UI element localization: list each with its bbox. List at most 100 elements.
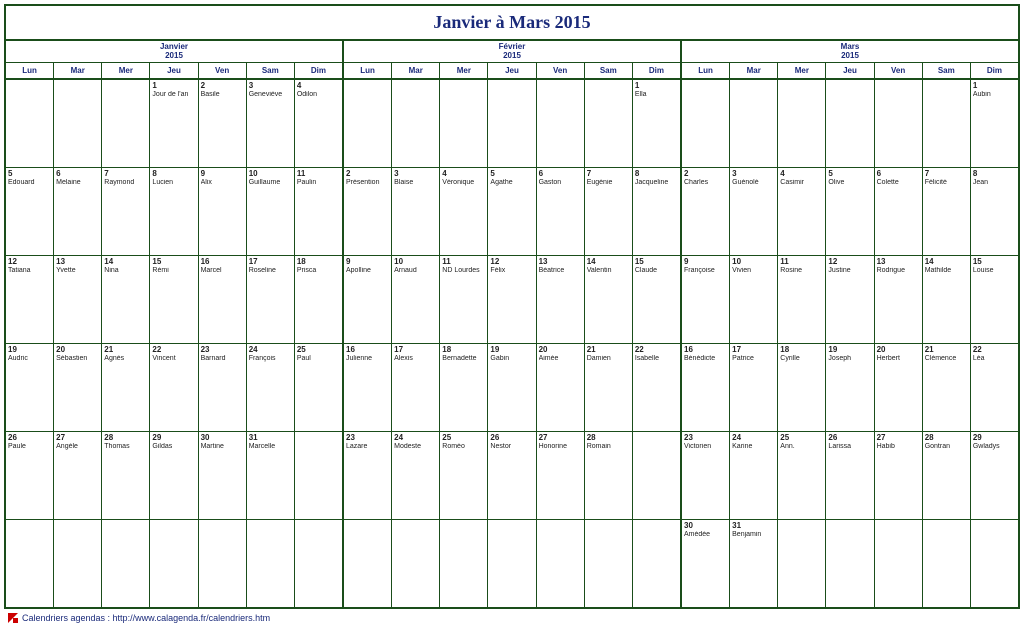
day-saint: Félix [490, 267, 533, 275]
day-cell: 16Julienne [344, 344, 391, 431]
day-cell [536, 80, 584, 167]
day-saint: Karine [732, 443, 775, 451]
day-cell: 9Apolline [344, 256, 391, 343]
day-number: 19 [490, 346, 533, 354]
day-cell: 29Gwladys [970, 432, 1018, 519]
day-number: 28 [925, 434, 968, 442]
day-cell: 3Guénolé [729, 168, 777, 255]
day-number: 11 [297, 170, 340, 178]
day-cell [198, 520, 246, 607]
month-header: Mars2015 [682, 41, 1018, 62]
day-cell [344, 80, 391, 167]
day-saint: Olive [828, 179, 871, 187]
day-number: 29 [152, 434, 195, 442]
day-cell: 30Martine [198, 432, 246, 519]
day-cell: 23Lazare [344, 432, 391, 519]
day-cell: 29Gildas [149, 432, 197, 519]
dow-cell: Dim [632, 63, 680, 78]
day-saint: Audric [8, 355, 51, 363]
dow-cell: Mer [439, 63, 487, 78]
day-saint: Lazare [346, 443, 389, 451]
day-saint: Prisca [297, 267, 340, 275]
day-number: 8 [635, 170, 678, 178]
day-saint: Agnès [104, 355, 147, 363]
day-number: 15 [635, 258, 678, 266]
day-cell: 4Casimir [777, 168, 825, 255]
day-saint: Valentin [587, 267, 630, 275]
day-cell: 20Aimée [536, 344, 584, 431]
day-cell: 8Jacqueline [632, 168, 680, 255]
day-number: 9 [684, 258, 727, 266]
day-cell: 15Claude [632, 256, 680, 343]
day-saint: Sébastien [56, 355, 99, 363]
week-row: 2Charles3Guénolé4Casimir5Olive6Colette7F… [682, 168, 1018, 256]
day-saint: Modeste [394, 443, 437, 451]
day-saint: Yvette [56, 267, 99, 275]
day-number: 18 [780, 346, 823, 354]
day-cell: 24François [246, 344, 294, 431]
dow-cell: Dim [970, 63, 1018, 78]
day-number: 2 [201, 82, 244, 90]
day-saint: Patrice [732, 355, 775, 363]
day-saint: Gontran [925, 443, 968, 451]
day-number: 24 [394, 434, 437, 442]
day-cell: 9Françoise [682, 256, 729, 343]
day-saint: Léa [973, 355, 1016, 363]
page-title: Janvier à Mars 2015 [6, 6, 1018, 41]
day-saint: Gaston [539, 179, 582, 187]
day-saint: Rodrigue [877, 267, 920, 275]
day-cell [294, 520, 342, 607]
week-row [6, 520, 342, 607]
day-saint: Félicité [925, 179, 968, 187]
day-number: 13 [539, 258, 582, 266]
day-number: 28 [104, 434, 147, 442]
day-cell [922, 80, 970, 167]
month-mars: Mars2015LunMarMerJeuVenSamDim1Aubin2Char… [680, 41, 1018, 607]
day-cell: 2Présention [344, 168, 391, 255]
day-cell: 4Véronique [439, 168, 487, 255]
day-cell: 20Herbert [874, 344, 922, 431]
day-number: 19 [8, 346, 51, 354]
day-cell [632, 520, 680, 607]
day-saint: Louise [973, 267, 1016, 275]
week-row: 19Audric20Sébastien21Agnès22Vincent23Bar… [6, 344, 342, 432]
day-number: 16 [684, 346, 727, 354]
day-number: 30 [684, 522, 727, 530]
day-saint: Jacqueline [635, 179, 678, 187]
day-cell [874, 80, 922, 167]
day-cell: 23Barnard [198, 344, 246, 431]
day-number: 28 [587, 434, 630, 442]
day-cell [344, 520, 391, 607]
day-saint: Raymond [104, 179, 147, 187]
dow-cell: Ven [874, 63, 922, 78]
day-cell: 2Charles [682, 168, 729, 255]
day-cell: 1Ella [632, 80, 680, 167]
week-row: 12Tatiana13Yvette14Nina15Rémi16Marcel17R… [6, 256, 342, 344]
dow-cell: Sam [584, 63, 632, 78]
day-cell: 11Paulin [294, 168, 342, 255]
day-number: 4 [442, 170, 485, 178]
day-saint: Gildas [152, 443, 195, 451]
day-saint: Bénédicte [684, 355, 727, 363]
day-cell: 28Gontran [922, 432, 970, 519]
dow-row: LunMarMerJeuVenSamDim [344, 62, 680, 80]
day-number: 27 [56, 434, 99, 442]
day-cell [584, 520, 632, 607]
day-number: 22 [973, 346, 1016, 354]
day-number: 12 [8, 258, 51, 266]
day-number: 26 [828, 434, 871, 442]
day-number: 3 [732, 170, 775, 178]
weeks: 1Jour de l'an2Basile3Geneviève4Odilon5Ed… [6, 80, 342, 607]
week-row: 23Victorien24Karine25Ann.26Larissa27Habi… [682, 432, 1018, 520]
day-number: 20 [877, 346, 920, 354]
day-cell [53, 520, 101, 607]
day-number: 13 [877, 258, 920, 266]
day-saint: Ann. [780, 443, 823, 451]
day-saint: Edouard [8, 179, 51, 187]
day-saint: Claude [635, 267, 678, 275]
day-cell: 22Vincent [149, 344, 197, 431]
day-cell: 5Edouard [6, 168, 53, 255]
day-saint: Rémi [152, 267, 195, 275]
day-number: 9 [201, 170, 244, 178]
day-cell: 11ND Lourdes [439, 256, 487, 343]
